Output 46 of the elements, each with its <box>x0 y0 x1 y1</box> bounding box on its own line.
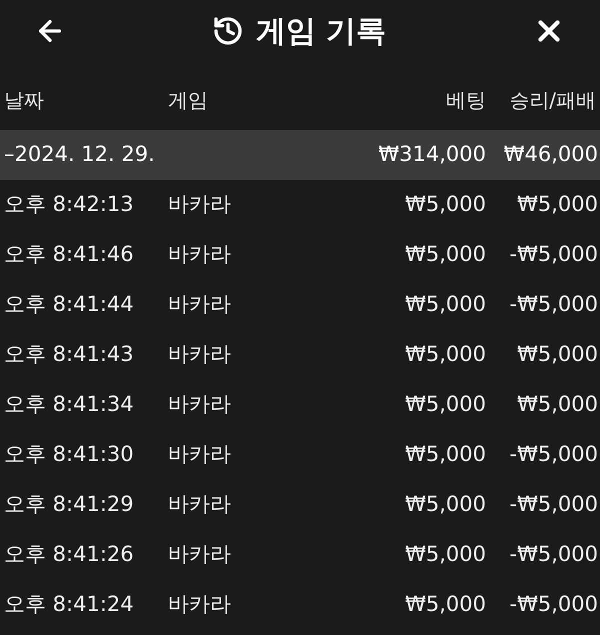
page-title: 게임 기록 <box>256 12 386 50</box>
game-cell-text: 바카라 <box>168 591 232 618</box>
bet-cell-text: ₩5,000 <box>404 441 486 468</box>
time-cell-text: 오후 8:41:44 <box>3 291 135 318</box>
time-cell-text: 오후 8:41:29 <box>3 491 135 518</box>
result-cell-text: ₩5,000 <box>516 391 598 418</box>
group-result-total: ₩46,000 <box>502 141 598 168</box>
bet-cell-text: ₩5,000 <box>404 491 486 518</box>
column-header: 게임 <box>168 87 209 114</box>
result-cell-text: -₩5,000 <box>508 441 598 468</box>
game-cell-text: 바카라 <box>168 241 232 268</box>
result-cell-text: -₩5,000 <box>508 591 598 618</box>
result-cell-text: ₩5,000 <box>516 341 598 368</box>
time-cell-text: 오후 8:41:24 <box>3 591 135 618</box>
result-cell-text: ₩5,000 <box>516 191 598 218</box>
bet-cell-text: ₩5,000 <box>404 241 486 268</box>
time-cell-text: 오후 8:41:30 <box>3 441 135 468</box>
group-date: –2024. 12. 29. <box>3 141 156 168</box>
result-cell-text: -₩5,000 <box>508 291 598 318</box>
group-bet-total: ₩314,000 <box>377 141 486 168</box>
game-cell-text: 바카라 <box>168 391 232 418</box>
game-cell-text: 바카라 <box>168 341 232 368</box>
bet-cell-text: ₩5,000 <box>404 541 486 568</box>
result-cell-text: -₩5,000 <box>508 491 598 518</box>
game-cell-text: 바카라 <box>168 441 232 468</box>
time-cell-text: 오후 8:41:43 <box>3 341 135 368</box>
date-group-row[interactable]: –2024. 12. 29. ₩314,000 ₩46,000 <box>0 130 600 180</box>
history-icon <box>212 15 244 47</box>
column-header: 날짜 <box>3 87 45 114</box>
time-cell-text: 오후 8:41:26 <box>3 541 135 568</box>
bet-cell-text: ₩5,000 <box>404 191 486 218</box>
bet-cell-text: ₩5,000 <box>404 391 486 418</box>
time-cell-text: 오후 8:42:13 <box>3 191 135 218</box>
column-header: 승리/패배 <box>508 87 596 114</box>
result-cell-text: -₩5,000 <box>508 241 598 268</box>
result-cell-text: -₩5,000 <box>508 541 598 568</box>
bet-cell-text: ₩5,000 <box>404 341 486 368</box>
bet-cell-text: ₩5,000 <box>404 291 486 318</box>
game-cell-text: 바카라 <box>168 191 232 218</box>
column-header: 베팅 <box>445 87 486 114</box>
game-cell-text: 바카라 <box>168 291 232 318</box>
bet-cell-text: ₩5,000 <box>404 591 486 618</box>
game-cell-text: 바카라 <box>168 541 232 568</box>
time-cell-text: 오후 8:41:34 <box>3 391 135 418</box>
time-cell-text: 오후 8:41:46 <box>3 241 135 268</box>
game-cell-text: 바카라 <box>168 491 232 518</box>
